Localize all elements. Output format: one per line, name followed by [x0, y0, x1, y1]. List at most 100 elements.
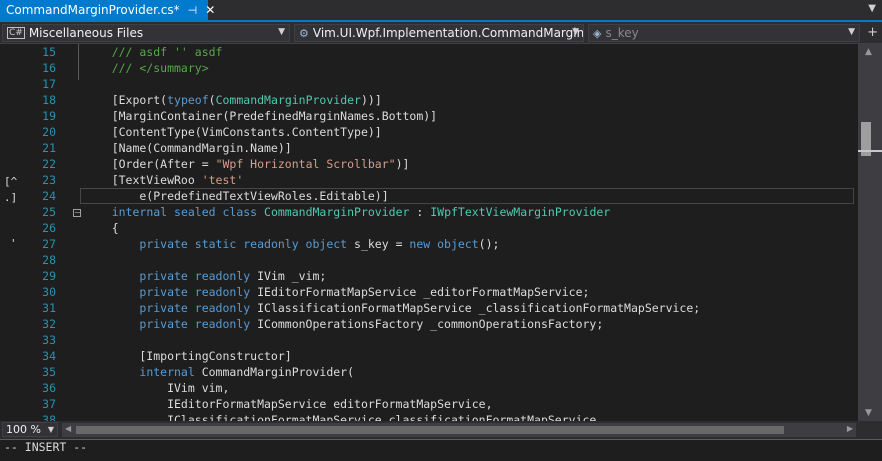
line-number: 29 — [42, 269, 56, 283]
code-line: /// </summary> — [84, 60, 209, 76]
code-token: s_key = — [347, 237, 410, 251]
code-token: typeof — [167, 93, 209, 107]
tab-commandmarginprovider[interactable]: CommandMarginProvider.cs* ⊣ ✕ — [0, 0, 215, 20]
scroll-down-icon[interactable]: ▼ — [865, 408, 872, 418]
margin-text: ' — [10, 237, 17, 250]
tab-list-dropdown-icon[interactable]: ▼ — [868, 3, 876, 14]
code-line: IVim vim, — [84, 380, 229, 396]
line-number: 38 — [42, 413, 56, 421]
scroll-up-icon[interactable]: ▲ — [865, 47, 872, 57]
zoom-value: 100 % — [6, 423, 41, 436]
collapse-icon[interactable]: − — [73, 209, 81, 217]
line-number: 31 — [42, 301, 56, 315]
code-token: [MarginContainer(PredefinedMarginNames.B… — [84, 109, 438, 123]
code-line: private readonly IEditorFormatMapService… — [84, 284, 589, 300]
code-token: ICommonOperationsFactory _commonOperatio… — [250, 317, 604, 331]
chevron-down-icon: ▼ — [848, 27, 855, 37]
code-line: [ImportingConstructor] — [84, 348, 292, 364]
code-token: [Order(After = — [84, 157, 216, 171]
code-token: private readonly — [139, 285, 251, 299]
chevron-down-icon: ▼ — [47, 425, 54, 434]
zoom-combo[interactable]: 100 % ▼ — [2, 422, 58, 437]
type-combo-value: Vim.UI.Wpf.Implementation.CommandMargin.… — [312, 26, 584, 40]
editor-bottom-bar: 100 % ▼ ◀ ▶ — [0, 421, 882, 439]
code-token: CommandMarginProvider( — [194, 365, 355, 379]
code-token: ))] — [360, 93, 382, 107]
code-line: [Name(CommandMargin.Name)] — [84, 140, 292, 156]
horizontal-scrollbar[interactable]: ◀ ▶ — [62, 423, 856, 437]
code-token: (); — [478, 237, 500, 251]
line-number: 35 — [42, 365, 56, 379]
line-number: 34 — [42, 349, 56, 363]
code-token: CommandMarginProvider — [215, 93, 361, 107]
tab-title: CommandMarginProvider.cs* — [6, 3, 180, 17]
code-token: { — [84, 221, 119, 235]
code-token: private readonly — [139, 269, 251, 283]
code-token: private readonly — [139, 301, 251, 315]
line-number: 21 — [42, 141, 56, 155]
close-icon[interactable]: ✕ — [205, 3, 215, 17]
line-number: 18 — [42, 93, 56, 107]
type-combo[interactable]: ⚙ Vim.UI.Wpf.Implementation.CommandMargi… — [294, 24, 584, 42]
code-line: internal sealed class CommandMarginProvi… — [84, 204, 611, 220]
document-tab-strip: CommandMarginProvider.cs* ⊣ ✕ ▼ — [0, 0, 882, 22]
code-line: [Export(typeof(CommandMarginProvider))] — [84, 92, 382, 108]
code-token: [ImportingConstructor] — [84, 349, 292, 363]
navigation-bar: C# Miscellaneous Files ▼ ⚙ Vim.UI.Wpf.Im… — [0, 22, 882, 44]
chevron-down-icon: ▼ — [572, 27, 579, 37]
scroll-left-icon[interactable]: ◀ — [65, 424, 71, 433]
line-number: 28 — [42, 253, 56, 267]
project-combo[interactable]: C# Miscellaneous Files ▼ — [2, 24, 290, 42]
line-number: 37 — [42, 397, 56, 411]
code-line: [TextViewRoo 'test' — [84, 172, 244, 188]
hscroll-thumb[interactable] — [76, 426, 784, 434]
vim-command-margin[interactable]: -- INSERT -- — [0, 439, 882, 461]
line-number: 15 — [42, 45, 56, 59]
outline-guide — [78, 44, 79, 80]
split-window-icon[interactable]: + — [867, 25, 878, 40]
code-token: new object — [409, 237, 479, 251]
margin-text: .] — [4, 191, 18, 204]
code-token: [Name(CommandMargin.Name)] — [84, 141, 292, 155]
line-number: 19 — [42, 109, 56, 123]
vertical-scrollbar[interactable]: ▲ ▼ — [858, 44, 882, 421]
code-line: private readonly IClassificationFormatMa… — [84, 300, 700, 316]
code-token: IWpfTextViewMarginProvider — [430, 205, 611, 219]
code-line: private readonly IVim _vim; — [84, 268, 326, 284]
csharp-file-icon: C# — [7, 27, 25, 39]
member-combo[interactable]: ◈ s_key ▼ — [588, 24, 860, 42]
line-number: 20 — [42, 125, 56, 139]
caret-position-marker — [858, 150, 882, 152]
code-token: 'test' — [201, 173, 244, 187]
line-number: 27 — [42, 237, 56, 251]
code-token: /// </summary> — [84, 61, 209, 75]
code-line: IEditorFormatMapService editorFormatMapS… — [84, 396, 492, 412]
code-line: [Order(After = "Wpf Horizontal Scrollbar… — [84, 156, 410, 172]
code-token: IEditorFormatMapService _editorFormatMap… — [250, 285, 590, 299]
margin-text: [^ — [4, 175, 18, 188]
code-token: IVim vim, — [84, 381, 230, 395]
line-number: 30 — [42, 285, 56, 299]
chevron-down-icon: ▼ — [278, 27, 285, 37]
code-token: private static readonly object — [139, 237, 348, 251]
code-token: : — [409, 205, 431, 219]
code-editor[interactable]: [^ .] ' 15 16 17 18 19 20 21 22 23 24 25 26 27 28 29 30… — [0, 44, 858, 421]
scroll-right-icon[interactable]: ▶ — [847, 424, 853, 433]
pin-icon[interactable]: ⊣ — [188, 4, 198, 17]
project-combo-value: Miscellaneous Files — [28, 26, 144, 40]
code-token: "Wpf Horizontal Scrollbar" — [215, 157, 396, 171]
class-icon: ⚙ — [299, 26, 309, 40]
code-token: private readonly — [139, 317, 251, 331]
line-number: 36 — [42, 381, 56, 395]
code-token: internal sealed class — [111, 205, 265, 219]
code-line: [MarginContainer(PredefinedMarginNames.B… — [84, 108, 437, 124]
code-token: [Export( — [84, 93, 168, 107]
left-margin: [^ .] ' — [0, 44, 22, 421]
code-token: ( — [208, 93, 216, 107]
line-number: 33 — [42, 333, 56, 347]
line-number: 25 — [42, 205, 56, 219]
